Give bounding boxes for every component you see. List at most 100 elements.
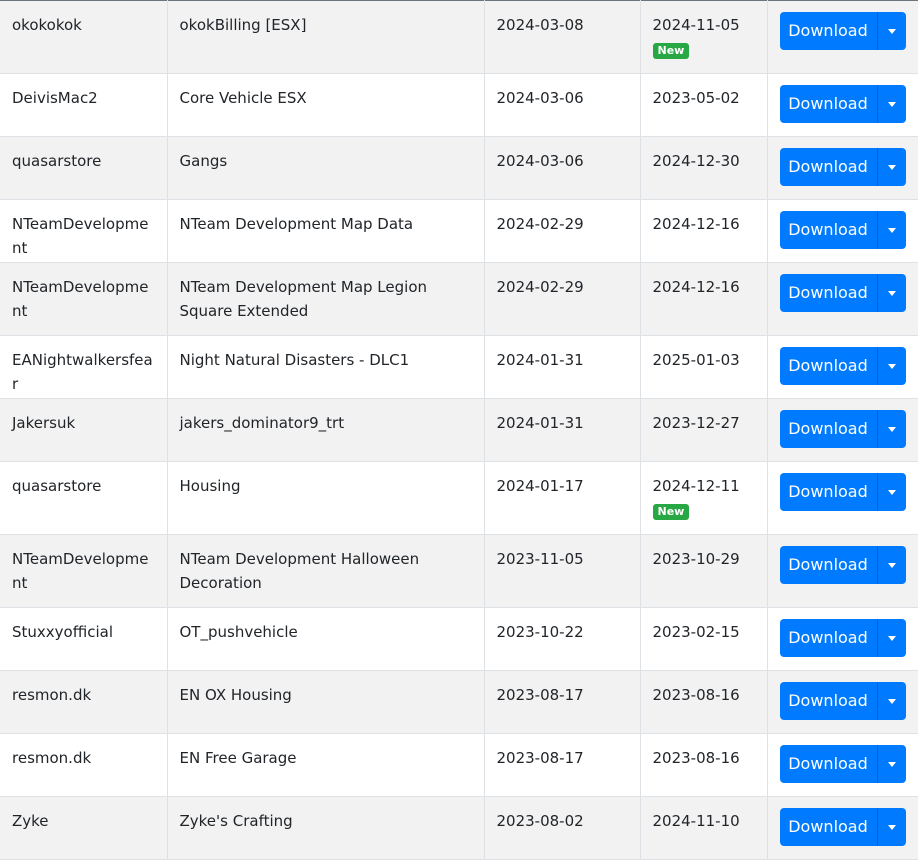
update-date-cell: 2023-05-02 [640,73,768,137]
author-cell: EANightwalkersfear [0,335,168,399]
download-button-group: Download [779,682,906,720]
release-date-cell: 2024-01-31 [484,335,641,399]
update-date-cell: 2023-08-16 [640,733,768,797]
resource-name-text: NTeam Development Halloween Decoration [179,550,420,592]
author-cell: quasarstore [0,136,168,200]
update-date-text: 2023-02-15 [652,623,740,641]
author-cell: NTeamDevelopment [0,534,168,608]
download-cell: Download [767,136,918,200]
release-date-cell: 2024-03-06 [484,136,641,200]
download-options-toggle[interactable] [876,410,906,448]
update-date-text: 2023-08-16 [652,749,740,767]
download-button[interactable]: Download [779,745,877,783]
release-date-cell: 2023-08-17 [484,733,641,797]
resource-name-text: jakers_dominator9_trt [179,414,345,432]
author-text: Jakersuk [12,414,76,432]
download-cell: Download [767,733,918,797]
download-button-group: Download [779,745,906,783]
release-date-text: 2023-08-17 [496,686,584,704]
download-button[interactable]: Download [779,619,877,657]
download-options-toggle[interactable] [876,546,906,584]
author-text: NTeamDevelopment [12,215,149,257]
resource-name-cell: EN Free Garage [167,733,485,797]
download-button[interactable]: Download [779,148,877,186]
download-button-group: Download [779,211,906,249]
table-row: okokokok okokBilling [ESX] 2024-03-08 2024-… [0,0,918,74]
table-row: Zyke Zyke's Crafting 2023-08-02 2024-11-10 D… [0,796,918,860]
resource-name-cell: Housing [167,461,485,535]
download-button[interactable]: Download [779,274,877,312]
download-options-toggle[interactable] [876,148,906,186]
download-button-group: Download [779,85,906,123]
download-button-group: Download [779,148,906,186]
download-cell: Download [767,398,918,462]
resource-name-text: Gangs [179,152,228,170]
download-button[interactable]: Download [779,808,877,846]
author-cell: quasarstore [0,461,168,535]
author-text: okokokok [12,16,82,34]
download-cell: Download [767,461,918,535]
update-date-cell: 2024-12-11 New [640,461,768,535]
resource-name-cell: NTeam Development Map Data [167,199,485,263]
author-text: quasarstore [12,152,102,170]
resource-name-cell: Core Vehicle ESX [167,73,485,137]
new-badge: New [652,43,690,59]
author-text: NTeamDevelopment [12,550,149,592]
download-button[interactable]: Download [779,546,877,584]
release-date-text: 2024-03-06 [496,152,584,170]
author-text: EANightwalkersfear [12,351,153,393]
download-options-toggle[interactable] [876,745,906,783]
table-row: NTeamDevelopment NTeam Development Hallow… [0,534,918,608]
download-button[interactable]: Download [779,473,877,511]
caret-down-icon [887,290,896,296]
update-date-cell: 2024-11-05 New [640,0,768,74]
update-date-text: 2023-10-29 [652,550,740,568]
author-text: resmon.dk [12,749,92,767]
download-button-group: Download [779,12,906,50]
download-button[interactable]: Download [779,211,877,249]
download-button[interactable]: Download [779,12,877,50]
resource-name-cell: Zyke's Crafting [167,796,485,860]
resource-name-text: Night Natural Disasters - DLC1 [179,351,410,369]
resource-name-cell: EN OX Housing [167,670,485,734]
table-row: DeivisMac2 Core Vehicle ESX 2024-03-06 2023… [0,73,918,137]
update-date-cell: 2023-10-29 [640,534,768,608]
update-date-cell: 2024-11-10 [640,796,768,860]
update-date-text: 2024-12-16 [652,215,740,233]
author-text: NTeamDevelopment [12,278,149,320]
download-options-toggle[interactable] [876,12,906,50]
resource-name-cell: okokBilling [ESX] [167,0,485,74]
download-button[interactable]: Download [779,410,877,448]
resource-name-text: EN Free Garage [179,749,297,767]
download-options-toggle[interactable] [876,473,906,511]
download-options-toggle[interactable] [876,274,906,312]
resource-name-cell: Gangs [167,136,485,200]
author-text: DeivisMac2 [12,89,98,107]
caret-down-icon [887,635,896,641]
update-date-text: 2024-11-05 [652,16,740,34]
download-button-group: Download [779,546,906,584]
table-row: Jakersuk jakers_dominator9_trt 2024-01-31 2… [0,398,918,462]
download-options-toggle[interactable] [876,347,906,385]
update-date-text: 2023-12-27 [652,414,740,432]
download-options-toggle[interactable] [876,682,906,720]
caret-down-icon [887,761,896,767]
caret-down-icon [887,489,896,495]
download-button[interactable]: Download [779,85,877,123]
caret-down-icon [887,426,896,432]
release-date-cell: 2024-03-08 [484,0,641,74]
download-options-toggle[interactable] [876,808,906,846]
download-button[interactable]: Download [779,347,877,385]
caret-down-icon [887,698,896,704]
release-date-cell: 2023-08-17 [484,670,641,734]
update-date-cell: 2024-12-16 [640,199,768,263]
resource-name-cell: NTeam Development Halloween Decoration [167,534,485,608]
download-options-toggle[interactable] [876,619,906,657]
author-text: Stuxxyofficial [12,623,113,641]
release-date-text: 2023-11-05 [496,550,584,568]
download-cell: Download [767,335,918,399]
download-options-toggle[interactable] [876,211,906,249]
download-button[interactable]: Download [779,682,877,720]
update-date-cell: 2025-01-03 [640,335,768,399]
download-options-toggle[interactable] [876,85,906,123]
